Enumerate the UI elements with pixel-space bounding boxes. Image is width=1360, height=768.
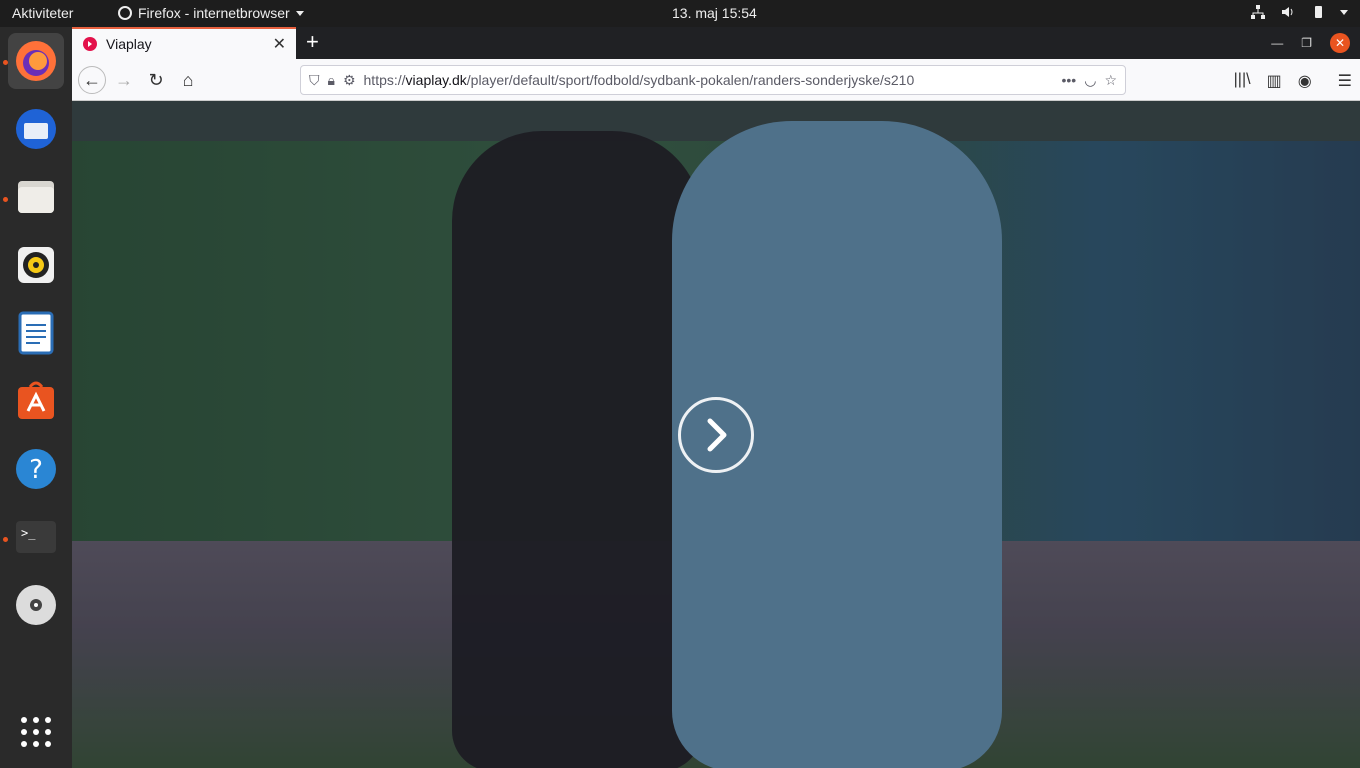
show-apps-icon <box>21 717 51 747</box>
clock[interactable]: 13. maj 15:54 <box>672 5 757 21</box>
activities-button[interactable]: Aktiviteter <box>12 5 73 21</box>
chevron-down-icon <box>295 10 304 16</box>
navigation-toolbar: ← → ↻ ⌂ ⛉ 🔒︎ ⚙ https://viaplay.dk/player… <box>72 59 1360 101</box>
libreoffice-writer-icon <box>18 311 54 355</box>
app-menu-label: Firefox - internetbrowser <box>138 5 290 21</box>
system-menu-chevron-icon <box>1340 9 1348 15</box>
pocket-icon[interactable]: ◡ <box>1084 72 1096 89</box>
help-icon: ? <box>16 449 56 489</box>
new-tab-button[interactable]: + <box>306 30 319 54</box>
lock-icon[interactable]: 🔒︎ <box>328 72 335 89</box>
network-icon <box>1251 5 1265 19</box>
dock-thunderbird[interactable] <box>8 101 64 157</box>
sidebar-icon[interactable]: ▥ <box>1267 71 1282 91</box>
volume-icon <box>1282 7 1293 17</box>
video-player[interactable] <box>72 101 1360 768</box>
url-scheme: https:// <box>363 72 406 88</box>
play-chevron-icon[interactable] <box>678 397 754 473</box>
viaplay-favicon-icon <box>83 37 97 51</box>
url-path: /player/default/sport/fodbold/sydbank-po… <box>466 72 915 88</box>
minimize-icon[interactable]: — <box>1271 36 1283 50</box>
permissions-icon[interactable]: ⚙ <box>343 72 356 89</box>
dock-software[interactable] <box>8 373 64 429</box>
home-icon[interactable]: ⌂ <box>174 66 202 94</box>
forward-icon[interactable]: → <box>110 66 138 94</box>
restore-icon[interactable]: ❐ <box>1301 36 1312 50</box>
ubuntu-software-icon <box>18 381 54 419</box>
url-host: viaplay.dk <box>405 72 467 88</box>
terminal-icon: >_ <box>16 521 56 553</box>
dock-writer[interactable] <box>8 305 64 361</box>
app-menu[interactable]: Firefox - internetbrowser <box>118 5 304 21</box>
dvd-icon <box>16 585 56 625</box>
tab-strip: Viaplay ✕ + — ❐ ✕ <box>72 27 1360 59</box>
battery-icon <box>1315 6 1322 18</box>
tracking-protection-icon[interactable]: ⛉ <box>309 72 320 89</box>
files-icon <box>18 181 54 213</box>
toolbar-right: |||\ ▥ ◉ ☰ <box>1234 71 1352 91</box>
close-window-icon[interactable]: ✕ <box>1330 33 1350 53</box>
dock: ? >_ <box>0 27 72 768</box>
tab-title: Viaplay <box>106 36 152 52</box>
bookmark-star-icon[interactable]: ☆ <box>1104 72 1117 89</box>
account-icon[interactable]: ◉ <box>1298 71 1312 91</box>
tab-viaplay[interactable]: Viaplay ✕ <box>72 27 296 59</box>
dock-rhythmbox[interactable] <box>8 237 64 293</box>
menu-icon[interactable]: ☰ <box>1338 71 1352 91</box>
url-bar[interactable]: ⛉ 🔒︎ ⚙ https://viaplay.dk/player/default… <box>300 65 1126 95</box>
rhythmbox-icon <box>18 247 54 283</box>
dock-terminal[interactable]: >_ <box>8 509 64 565</box>
svg-text:>_: >_ <box>21 526 36 540</box>
dock-dvd[interactable] <box>8 577 64 633</box>
svg-text:?: ? <box>29 455 43 485</box>
library-icon[interactable]: |||\ <box>1234 71 1251 91</box>
dock-files[interactable] <box>8 169 64 225</box>
back-icon[interactable]: ← <box>78 66 106 94</box>
window-controls: — ❐ ✕ <box>1271 33 1350 53</box>
system-tray[interactable] <box>1250 4 1348 20</box>
dock-show-apps[interactable] <box>8 704 64 760</box>
firefox-small-icon <box>118 6 132 20</box>
firefox-icon <box>16 41 56 81</box>
dock-firefox[interactable] <box>8 33 64 89</box>
system-top-bar: Aktiviteter Firefox - internetbrowser 13… <box>0 0 1360 27</box>
dock-help[interactable]: ? <box>8 441 64 497</box>
url-text[interactable]: https://viaplay.dk/player/default/sport/… <box>364 72 1054 88</box>
thunderbird-icon <box>16 109 56 149</box>
page-actions-icon[interactable]: ••• <box>1062 72 1077 88</box>
reload-icon[interactable]: ↻ <box>142 66 170 94</box>
tab-close-icon[interactable]: ✕ <box>273 34 286 54</box>
